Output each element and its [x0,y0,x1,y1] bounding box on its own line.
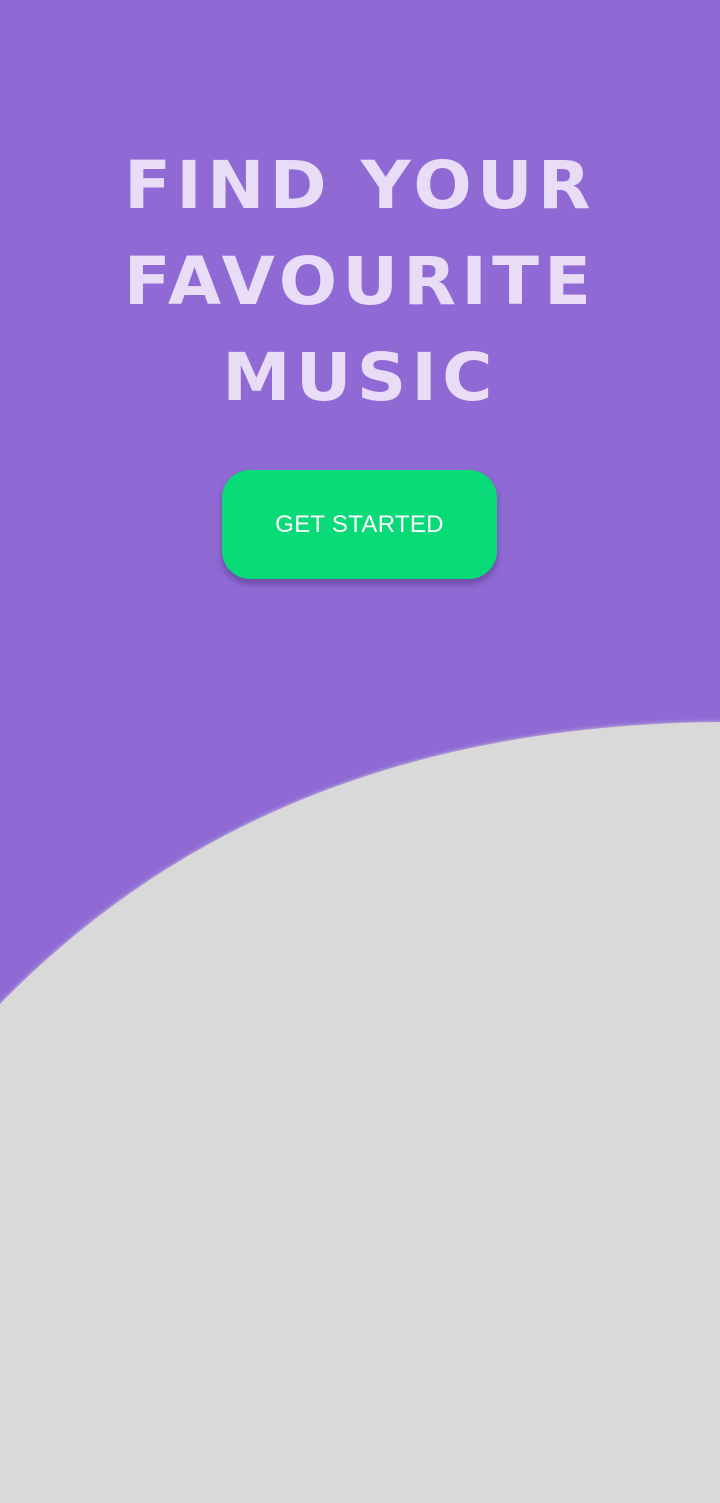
onboarding-screen: FIND YOUR FAVOURITE MUSIC GET STARTED [0,0,720,1503]
headline: FIND YOUR FAVOURITE MUSIC [0,138,720,426]
headline-line-3: MUSIC [222,339,498,416]
headline-line-2: FAVOURITE [123,243,597,320]
headline-line-1: FIND YOUR [124,147,596,224]
get-started-button[interactable]: GET STARTED [222,470,497,579]
